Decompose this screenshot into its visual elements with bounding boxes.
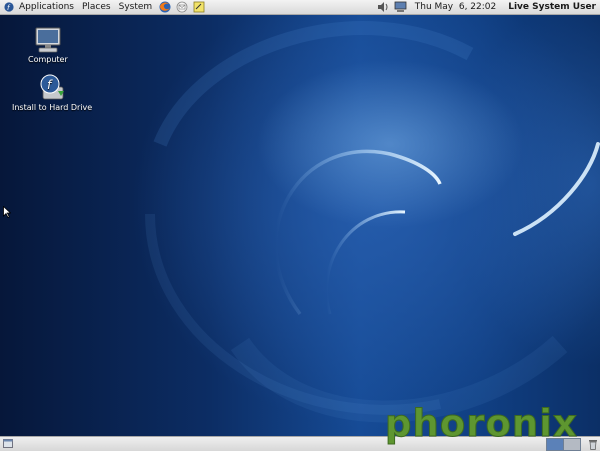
desktop-icon-install[interactable]: f Install to Hard Drive xyxy=(12,73,92,112)
phoronix-watermark: phoronix xyxy=(385,402,578,445)
desktop-icon-label: Computer xyxy=(28,55,68,64)
desktop-background[interactable]: Computer f Install to Hard Drive xyxy=(0,14,600,436)
mail-icon[interactable] xyxy=(175,1,188,13)
network-icon[interactable] xyxy=(394,1,407,13)
fedora-logo-icon[interactable]: f xyxy=(4,2,14,12)
menu-applications[interactable]: Applications xyxy=(15,0,78,14)
show-desktop-icon[interactable] xyxy=(3,439,13,448)
desktop-icon-computer[interactable]: Computer xyxy=(28,25,68,64)
menu-system[interactable]: System xyxy=(115,0,157,14)
notification-area xyxy=(375,1,409,13)
mouse-cursor-icon xyxy=(3,206,11,218)
top-panel: f Applications Places System Thu May 6, … xyxy=(0,0,600,15)
install-icon: f xyxy=(40,74,65,100)
clock[interactable]: Thu May 6, 22:02 xyxy=(409,2,502,12)
firefox-icon[interactable] xyxy=(158,1,171,13)
menu-places[interactable]: Places xyxy=(78,0,115,14)
computer-icon xyxy=(35,27,61,53)
volume-icon[interactable] xyxy=(377,1,390,13)
desktop-icon-label: Install to Hard Drive xyxy=(12,103,93,112)
notes-icon[interactable] xyxy=(192,1,205,13)
user-switcher[interactable]: Live System User xyxy=(502,2,600,12)
trash-icon[interactable] xyxy=(588,438,598,450)
